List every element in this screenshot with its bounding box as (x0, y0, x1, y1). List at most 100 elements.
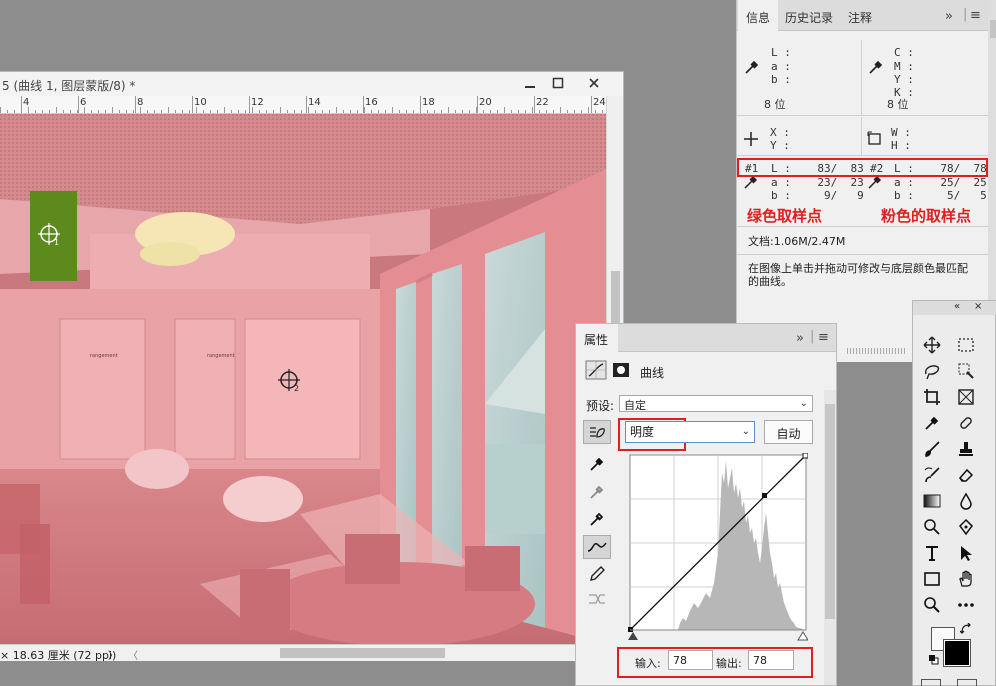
ruler-tick (7, 110, 8, 113)
white-point-eyedropper[interactable] (583, 507, 611, 531)
dodge-tool[interactable] (917, 515, 947, 539)
preset-dropdown[interactable]: 自定 ⌄ (619, 395, 813, 412)
ruler-tick (224, 107, 225, 113)
minimize-icon (525, 86, 535, 88)
ruler-tick (385, 110, 386, 113)
default-colors-icon[interactable] (929, 655, 939, 665)
tab-history[interactable]: 历史记录 (777, 0, 841, 31)
frame-tool[interactable] (951, 385, 981, 409)
ruler-tick (35, 110, 36, 113)
zoom-tool[interactable] (917, 593, 947, 617)
input-field[interactable]: 78 (668, 650, 713, 670)
ruler-major-tick (21, 96, 22, 113)
lasso-tool[interactable] (917, 359, 947, 383)
document-size: 文档:1.06M/2.47M (748, 235, 846, 248)
eraser-tool[interactable] (951, 463, 981, 487)
selection-size-icon (867, 131, 881, 145)
ruler-number: 20 (479, 97, 492, 108)
gradient-tool[interactable] (917, 489, 947, 513)
dock-scroll-thumb[interactable] (990, 20, 996, 38)
image-canvas[interactable]: rangement rangement 1 2 (0, 114, 606, 644)
hand-adjust-icon (590, 427, 605, 438)
type-tool[interactable] (917, 541, 947, 565)
position-Y: Y : (770, 139, 790, 152)
ruler-tick (602, 110, 603, 113)
output-field[interactable]: 78 (748, 650, 794, 670)
minimize-button[interactable] (516, 74, 544, 92)
ruler-major-tick (78, 96, 79, 113)
panel-menu-icon[interactable]: ≡ (818, 330, 829, 345)
tab-notes[interactable]: 注释 (840, 0, 880, 31)
panel-resize-grip[interactable] (847, 348, 907, 354)
curves-graph[interactable] (628, 452, 809, 641)
hand-tool[interactable] (951, 567, 981, 591)
healing-tool[interactable] (951, 411, 981, 435)
eyedropper-tool[interactable] (917, 411, 947, 435)
curve-points-button[interactable] (583, 535, 611, 559)
move-tool[interactable] (917, 333, 947, 357)
ruler-number: 16 (365, 97, 378, 108)
ruler-tick (539, 110, 540, 113)
ellipsis-icon (958, 603, 974, 607)
blur-tool[interactable] (951, 489, 981, 513)
history-brush-tool[interactable] (917, 463, 947, 487)
collapse-icon[interactable]: » (945, 9, 953, 24)
ruler-tick (448, 107, 449, 113)
quick-mask-button[interactable] (921, 679, 941, 686)
close-button[interactable] (580, 74, 608, 92)
horizontal-scroll-thumb[interactable] (280, 648, 445, 658)
toolbox-header[interactable]: « × (913, 301, 996, 315)
pink-sample-annotation: 粉色的取样点 (881, 207, 972, 225)
ruler-tick (210, 110, 211, 113)
maximize-button[interactable] (544, 74, 572, 92)
gray-point-eyedropper[interactable] (583, 480, 611, 504)
swap-colors-icon[interactable] (960, 623, 972, 635)
quick-select-tool[interactable] (951, 359, 981, 383)
stamp-tool[interactable] (951, 437, 981, 461)
svg-text:rangement: rangement (90, 353, 118, 359)
auto-button[interactable]: 自动 (764, 420, 813, 444)
zoom-icon (924, 597, 940, 613)
channel-dropdown[interactable]: 明度 ⌄ (625, 421, 755, 443)
pencil-draw-button[interactable] (583, 562, 611, 586)
properties-title: 属性 (584, 333, 609, 347)
maximize-icon (552, 77, 564, 89)
color2-C: C : (894, 46, 914, 59)
tool-hint: 在图像上单击并拖动可修改与底层颜色最匹配的曲线。 (748, 262, 968, 288)
on-image-adjust-button[interactable] (583, 420, 611, 444)
ruler-tick (91, 110, 92, 113)
eyedropper-icon[interactable] (743, 58, 761, 76)
ruler-tick (168, 107, 169, 113)
eyedropper-icon[interactable] (867, 58, 885, 76)
brush-tool[interactable] (917, 437, 947, 461)
svg-text:rangement: rangement (207, 353, 235, 359)
properties-header[interactable]: 属性 » | ≡ (576, 324, 836, 353)
more-tools-button[interactable] (951, 593, 981, 617)
scroll-left-arrow[interactable]: 〈 (128, 647, 138, 662)
close-icon[interactable]: × (974, 301, 982, 312)
pen-tool[interactable] (951, 515, 981, 539)
ruler-tick (322, 110, 323, 113)
panel-menu-icon[interactable]: ≡ (970, 8, 981, 23)
collapse-icon[interactable]: « (954, 301, 960, 312)
background-color-swatch[interactable] (943, 639, 971, 667)
ruler-major-tick (135, 96, 136, 113)
black-point-eyedropper[interactable] (583, 452, 611, 476)
crop-tool[interactable] (917, 385, 947, 409)
path-select-tool[interactable] (951, 541, 981, 565)
tab-info[interactable]: 信息 (738, 0, 779, 32)
marquee-tool[interactable] (951, 333, 981, 357)
ruler-tick (259, 110, 260, 113)
screen-mode-button[interactable] (957, 679, 977, 686)
info-panel-tabs: 信息 历史记录 注释 » | ≡ (737, 0, 996, 32)
horizontal-ruler[interactable]: 4 6 8 10 12 14 16 18 20 22 24 (0, 96, 606, 114)
move-icon (923, 336, 941, 354)
collapse-icon[interactable]: » (796, 331, 804, 346)
layer-mask-icon[interactable] (612, 362, 630, 378)
status-menu-arrow[interactable]: 〉 (108, 647, 118, 662)
properties-scrollbar[interactable] (824, 390, 836, 685)
smooth-curve-button[interactable] (583, 587, 611, 611)
properties-scroll-thumb[interactable] (825, 404, 835, 619)
document-titlebar[interactable]: 5 (曲线 1, 图层蒙版/8) * (0, 72, 623, 96)
rectangle-tool[interactable] (917, 567, 947, 591)
